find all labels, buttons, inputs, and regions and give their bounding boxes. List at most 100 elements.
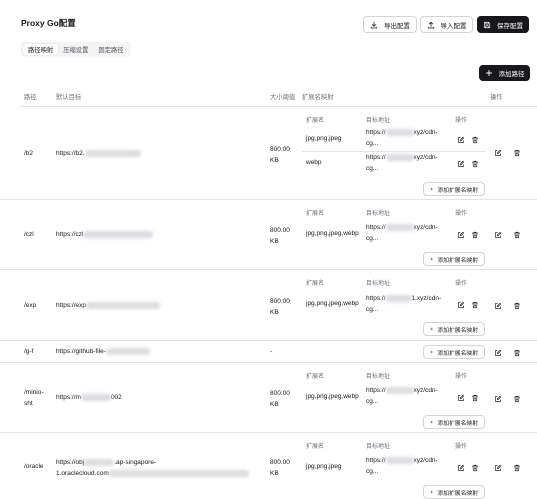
import-config-label: 导入配置 [440,22,467,30]
row-target-text: https://github-file- [56,348,106,356]
size-value: 800.00 [270,459,290,466]
sub-header-target: 目标地址 [366,374,391,380]
column-header-actions: 操作 [490,94,503,101]
save-config-button[interactable]: 保存配置 [477,16,529,33]
upload-icon [427,21,434,28]
add-ext-mapping-button[interactable]: 添加扩展名映射 [423,322,485,336]
mapping-target-suffix: xyz/cdn- [413,224,438,231]
column-header-ext-map: 扩展名映射 [302,94,334,101]
redacted-text [385,128,414,136]
delete-path-button[interactable] [512,463,521,472]
edit-path-button[interactable] [493,394,502,403]
edit-path-button[interactable] [493,463,502,472]
export-config-label: 导出配置 [384,22,410,30]
mapping-target-line2: cg... [366,235,379,242]
row-target-text: https://exp [56,302,86,310]
delete-path-button[interactable] [512,394,521,403]
delete-mapping-button[interactable] [470,230,479,239]
size-value: 800.00 [270,146,290,153]
add-ext-mapping-button[interactable]: 添加扩展名映射 [423,182,485,196]
edit-mapping-button[interactable] [456,159,465,168]
delete-path-button[interactable] [512,301,521,310]
redacted-text [108,469,249,477]
import-config-button[interactable]: 导入配置 [420,16,473,33]
mapping-target-prefix: https:// [366,457,386,464]
mapping-target-suffix: xyz/cdn- [413,154,438,161]
edit-mapping-button[interactable] [456,300,465,309]
edit-icon [494,349,501,356]
edit-path-button[interactable] [493,230,502,239]
plus-icon [430,350,433,354]
sub-header-target: 目标地址 [366,444,391,450]
redacted-text [385,386,414,394]
sub-header-actions: 操作 [455,444,468,450]
sub-header-ext: 扩展名 [306,281,325,287]
size-value: 800.00 [270,390,290,397]
row-size: 800.00 KB [270,457,290,479]
table-row: /czl https://czl 800.00 KB 扩展名 目标地址 操作 jp… [0,200,537,270]
sub-header-actions: 操作 [455,374,468,380]
add-path-button[interactable]: 添加路径 [479,65,530,81]
sub-header-actions: 操作 [455,211,468,217]
row-target: https://b2. [56,150,141,157]
add-ext-mapping-button[interactable]: 添加扩展名映射 [423,415,485,429]
tab-path-mapping[interactable]: 路径映射 [23,44,59,55]
column-header-size-threshold: 大小阈值 [270,94,296,101]
plus-icon [430,187,433,191]
trash-icon [471,394,478,401]
plus-icon [430,327,433,331]
delete-mapping-button[interactable] [470,463,479,472]
delete-mapping-button[interactable] [470,300,479,309]
sub-header-ext: 扩展名 [306,118,325,124]
redacted-text [385,153,414,161]
edit-icon [457,301,464,308]
plus-icon [430,490,433,494]
size-unit: KB [270,309,279,316]
edit-mapping-button[interactable] [456,135,465,144]
mapping-ext: jpg,png,jpeg,webp [306,393,359,400]
plus-icon [485,70,492,76]
add-ext-mapping-button[interactable]: 添加扩展名映射 [423,345,485,359]
mapping-target-suffix: 1.xyz/cdn- [411,295,442,302]
delete-path-button[interactable] [512,348,521,357]
edit-path-button[interactable] [493,148,502,157]
row-target-text: https://m [56,394,81,402]
sub-header-ext: 扩展名 [306,374,325,380]
edit-path-button[interactable] [493,348,502,357]
add-ext-mapping-button[interactable]: 添加扩展名映射 [423,485,485,499]
export-config-button[interactable]: 导出配置 [363,16,417,33]
edit-mapping-button[interactable] [456,463,465,472]
trash-icon [513,302,520,309]
delete-mapping-button[interactable] [470,135,479,144]
row-size: 800.00 KB [270,225,290,247]
edit-path-button[interactable] [493,301,502,310]
add-ext-mapping-label: 添加扩展名映射 [437,350,478,357]
row-target: https://github-file- [56,348,150,355]
column-header-default-target: 默认目标 [56,94,82,101]
row-target: https://czl [56,231,154,238]
redacted-text [105,348,150,355]
row-size: - [270,348,273,355]
mapping-ext: jpg,png,jpeg,webp [306,300,359,307]
edit-mapping-button[interactable] [456,230,465,239]
table-row: /minio-sht https://m 002 800.00 KB 扩展名 目标地… [0,363,537,433]
edit-icon [457,231,464,238]
edit-mapping-button[interactable] [456,393,465,402]
edit-icon [494,464,501,471]
edit-icon [494,149,501,156]
delete-path-button[interactable] [512,148,521,157]
trash-icon [471,160,478,167]
row-target: https://m 002 [56,394,122,401]
mapping-target: https:// xyz/cdn- cg... [366,127,438,149]
tab-compression[interactable]: 压缩设置 [58,44,93,55]
row-path: /minio-sht [24,387,44,409]
sub-header-ext: 扩展名 [306,444,325,450]
redacted-text [83,231,154,238]
tab-fixed-path[interactable]: 固定路径 [93,44,128,55]
delete-path-button[interactable] [512,230,521,239]
add-ext-mapping-button[interactable]: 添加扩展名映射 [423,252,485,266]
redacted-text [80,394,111,401]
delete-mapping-button[interactable] [470,159,479,168]
add-ext-mapping-label: 添加扩展名映射 [437,420,478,427]
delete-mapping-button[interactable] [470,393,479,402]
